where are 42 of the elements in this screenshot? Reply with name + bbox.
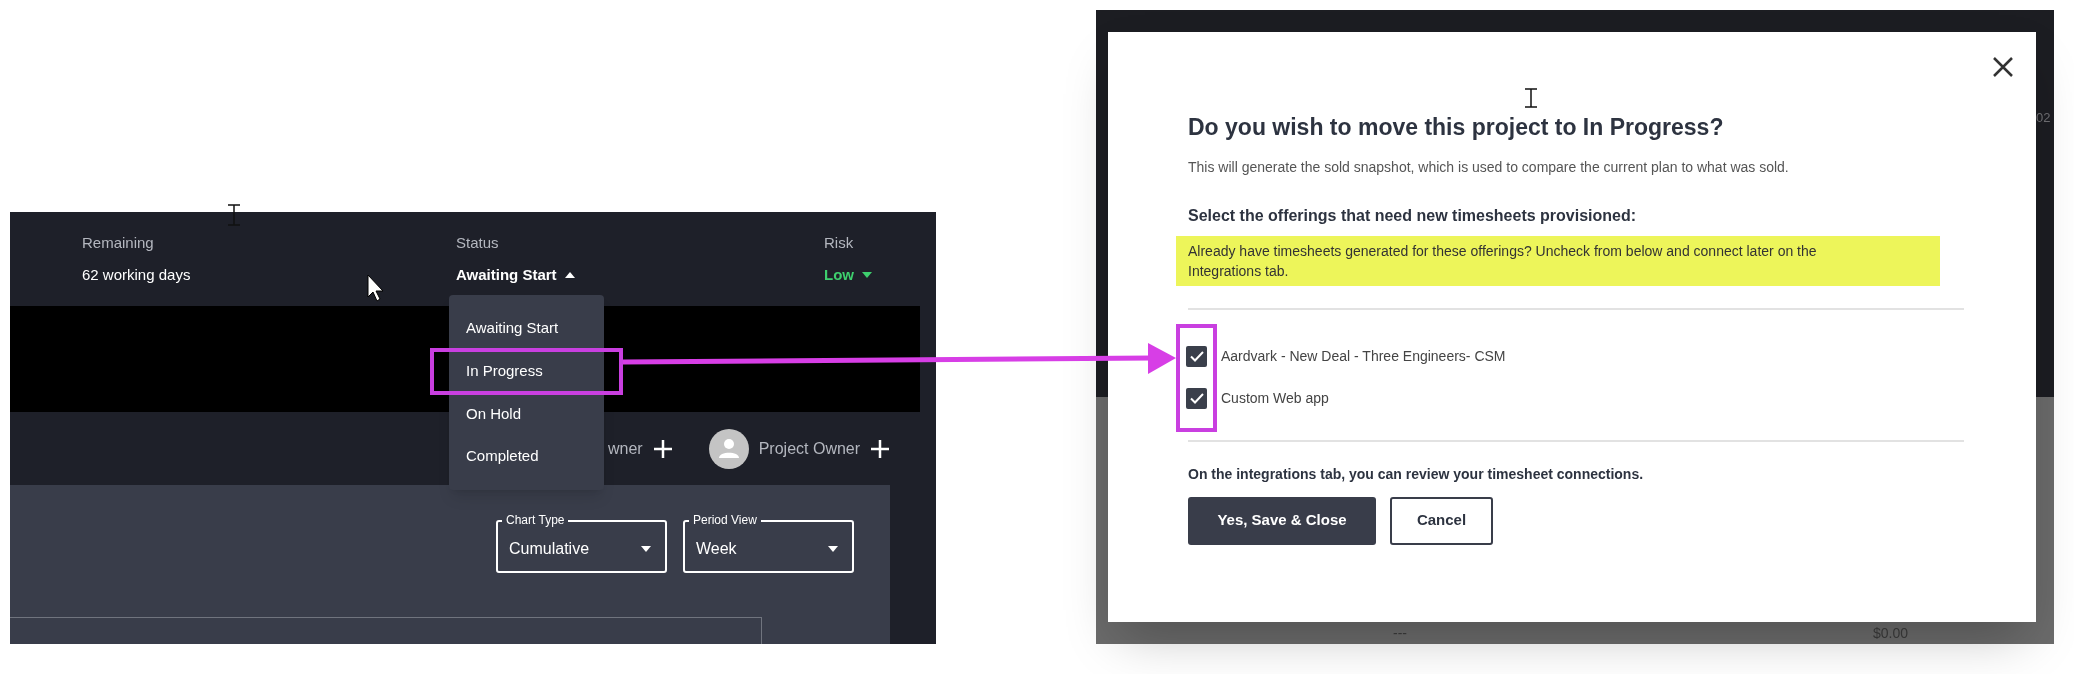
text-cursor-icon: [227, 204, 241, 226]
risk-dropdown[interactable]: Low: [824, 263, 872, 286]
summary-value: 62 working days: [82, 264, 191, 285]
notice-text: Already have timesheets generated for these offerings? Uncheck from below and connect later on the Integrations tab.: [1176, 235, 1940, 286]
section-heading: Select the offerings that need new timesheets provisioned:: [1188, 205, 1638, 226]
save-button[interactable]: Yes, Save & Close: [1188, 496, 1376, 545]
dialog-description: This will generate the sold snapshot, which is used to compare the current plan to what was sold.: [1188, 157, 1790, 177]
menu-item[interactable]: Awaiting Start: [449, 307, 604, 350]
status-dropdown[interactable]: Awaiting Start: [456, 263, 575, 286]
menu-item[interactable]: In Progress: [449, 351, 604, 391]
dialog-title: Do you wish to move this project to In Progress?: [1188, 113, 1724, 142]
background-text: ---: [1393, 623, 1408, 643]
owner-label: Project Owner: [758, 438, 861, 459]
field-value: Week: [696, 538, 737, 559]
avatar-icon[interactable]: [708, 428, 749, 469]
summary-label: Risk: [824, 233, 854, 253]
cancel-button[interactable]: Cancel: [1390, 496, 1493, 545]
caret-icon: [828, 545, 838, 552]
offering-label: Custom Web app: [1221, 389, 1329, 408]
summary-label: Remaining: [82, 233, 154, 253]
close-button[interactable]: [1992, 56, 2014, 78]
text-cursor-icon: [1524, 88, 1538, 108]
caret-icon: [641, 545, 651, 552]
caret-icon: [564, 271, 575, 278]
menu-item[interactable]: Completed: [449, 435, 604, 478]
summary-label: Status: [456, 233, 499, 253]
checkbox[interactable]: [1186, 388, 1207, 409]
checkbox[interactable]: [1186, 346, 1207, 367]
field-label: Period View: [689, 513, 761, 527]
field-value: Cumulative: [509, 538, 590, 559]
plus-icon[interactable]: [870, 438, 891, 459]
pointer-cursor-icon: [367, 274, 384, 302]
background-text: 02: [2036, 109, 2051, 127]
field-label: Chart Type: [502, 513, 569, 527]
check-icon: [1189, 393, 1204, 404]
footer-note: On the integrations tab, you can review your timesheet connections.: [1188, 464, 1645, 484]
offering-label: Aardvark - New Deal - Three Engineers- CSM: [1221, 347, 1506, 366]
caret-icon: [862, 271, 872, 278]
check-icon: [1189, 351, 1204, 362]
menu-item[interactable]: On Hold: [449, 392, 604, 436]
owner-label: wner: [608, 438, 643, 459]
plus-icon[interactable]: [652, 438, 673, 459]
